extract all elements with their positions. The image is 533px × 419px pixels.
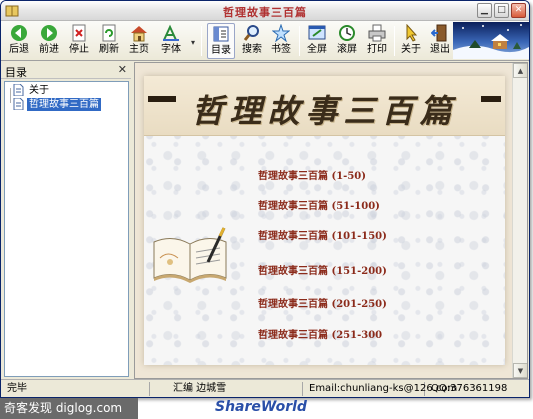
exit-door-icon (431, 24, 447, 42)
toolbar-separator (201, 26, 202, 56)
back-arrow-icon (11, 25, 27, 41)
toc-tree: 关于 哲理故事三百篇 (4, 81, 129, 377)
content-page: 哲理故事三百篇 哲理故事三百篇 (1-50) 哲理故事三百篇 (51-100) … (135, 63, 513, 378)
forward-button[interactable]: 前进 (35, 23, 63, 59)
toc-button[interactable]: 目录 (207, 23, 235, 59)
toolbar-separator (394, 26, 395, 56)
toolbar-separator (299, 26, 300, 56)
print-label: 打印 (367, 44, 387, 55)
toolbar: 后退 前进 停止 刷新 主页 字体 ▾ 目录 搜索 书签 全屏 滚屏 打印 关于… (1, 21, 529, 61)
clock-icon (339, 25, 355, 41)
stop-button[interactable]: 停止 (65, 23, 93, 59)
winter-scene-icon (453, 24, 529, 59)
fullscreen-button[interactable]: 全屏 (303, 23, 331, 59)
scroll-up-icon[interactable]: ▲ (513, 63, 527, 78)
back-button[interactable]: 后退 (5, 23, 33, 59)
home-label: 主页 (129, 44, 149, 55)
title-banner: 哲理故事三百篇 (144, 76, 505, 136)
watermark-left: 奇客发现 diglog.com (0, 398, 138, 419)
fullscreen-label: 全屏 (307, 44, 327, 55)
content-pane: 哲理故事三百篇 哲理故事三百篇 (1-50) 哲理故事三百篇 (51-100) … (134, 62, 528, 379)
scroll-down-icon[interactable]: ▼ (513, 363, 527, 378)
search-icon (243, 25, 259, 41)
forward-arrow-icon (41, 25, 57, 41)
refresh-icon (102, 24, 116, 42)
volume-link-3[interactable]: 哲理故事三百篇 (101-150) (258, 227, 387, 242)
open-book-icon (153, 227, 227, 283)
toc-panel: 目录 ✕ 关于 哲理故事三百篇 (1, 62, 131, 379)
status-bar: 完毕 汇编 边城雪 Email:chunliang-ks@126.com QQ:… (1, 379, 529, 397)
bookmark-star-icon (272, 24, 290, 42)
vertical-scrollbar[interactable]: ▲ ▼ (512, 63, 527, 378)
home-icon (131, 26, 147, 42)
volume-link-6[interactable]: 哲理故事三百篇 (251-300 (258, 326, 382, 341)
window-title: 哲理故事三百篇 (223, 6, 307, 19)
document-icon (13, 98, 24, 110)
font-button[interactable]: 字体 (157, 23, 185, 59)
font-icon (163, 24, 179, 41)
autoscroll-button[interactable]: 滚屏 (333, 23, 361, 59)
tree-connector (10, 88, 11, 103)
toc-icon (213, 26, 229, 42)
tree-item-stories[interactable]: 哲理故事三百篇 (13, 97, 101, 111)
refresh-label: 刷新 (99, 44, 119, 55)
font-label: 字体 (161, 44, 181, 55)
tree-item-label: 哲理故事三百篇 (27, 97, 101, 111)
volume-link-4[interactable]: 哲理故事三百篇 (151-200) (258, 262, 387, 277)
exit-button[interactable]: 退出 (426, 23, 454, 59)
home-button[interactable]: 主页 (125, 23, 153, 59)
fullscreen-icon (308, 25, 326, 40)
maximize-button[interactable]: □ (494, 3, 509, 18)
about-label: 关于 (401, 44, 421, 55)
winter-scene-logo (453, 22, 529, 59)
search-label: 搜索 (242, 44, 262, 55)
volume-link-1[interactable]: 哲理故事三百篇 (1-50) (258, 167, 366, 182)
bookmark-label: 书签 (271, 44, 291, 55)
tree-item-label: 关于 (29, 84, 49, 96)
forward-label: 前进 (39, 44, 59, 55)
banner-title: 哲理故事三百篇 (191, 92, 458, 130)
status-compiler: 汇编 边城雪 (153, 382, 303, 396)
close-button[interactable]: ✕ (511, 3, 526, 18)
about-button[interactable]: 关于 (397, 23, 425, 59)
status-state: 完毕 (3, 382, 150, 396)
bookmark-button[interactable]: 书签 (267, 23, 295, 59)
back-label: 后退 (9, 44, 29, 55)
title-bar: 哲理故事三百篇 ▁ □ ✕ (1, 1, 529, 21)
panel-close-icon[interactable]: ✕ (118, 63, 127, 76)
toc-label: 目录 (211, 45, 231, 56)
status-email: Email:chunliang-ks@126.com (305, 382, 457, 396)
watermark-center: ShareWorld (215, 399, 307, 415)
app-window: 哲理故事三百篇 ▁ □ ✕ 后退 前进 停止 刷新 主页 字体 ▾ 目录 搜索 … (0, 0, 530, 398)
stop-icon (72, 24, 86, 42)
font-dropdown-icon[interactable]: ▾ (191, 39, 197, 47)
tree-item-about[interactable]: 关于 (13, 83, 51, 97)
volume-link-2[interactable]: 哲理故事三百篇 (51-100) (258, 197, 380, 212)
pointer-icon (406, 24, 418, 42)
minimize-button[interactable]: ▁ (477, 3, 492, 18)
volume-link-5[interactable]: 哲理故事三百篇 (201-250) (258, 295, 387, 310)
toc-panel-header: 目录 ✕ (1, 62, 131, 79)
toc-panel-title: 目录 (5, 66, 27, 79)
document-icon (13, 84, 24, 96)
paper-background: 哲理故事三百篇 哲理故事三百篇 (1-50) 哲理故事三百篇 (51-100) … (144, 76, 505, 365)
refresh-button[interactable]: 刷新 (95, 23, 123, 59)
printer-icon (368, 24, 386, 42)
search-button[interactable]: 搜索 (238, 23, 266, 59)
exit-label: 退出 (430, 44, 450, 55)
print-button[interactable]: 打印 (363, 23, 391, 59)
status-qq: QQ:376361198 (431, 383, 508, 394)
stop-label: 停止 (69, 44, 89, 55)
autoscroll-label: 滚屏 (337, 44, 357, 55)
